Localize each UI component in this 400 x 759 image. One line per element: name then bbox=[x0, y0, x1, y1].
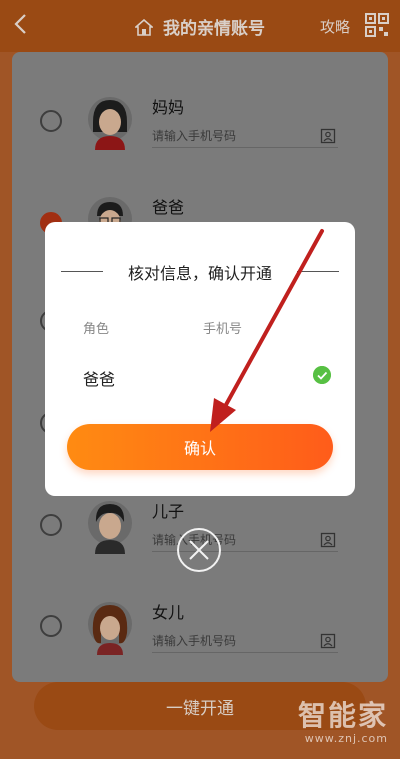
column-header-role: 角色 bbox=[83, 322, 110, 337]
column-header-phone: 手机号 bbox=[203, 322, 243, 337]
dialog-title: 核对信息，确认开通 bbox=[127, 264, 272, 283]
confirm-row-role: 爸爸 bbox=[83, 370, 116, 389]
watermark-url: www.znj.com bbox=[304, 732, 388, 745]
dialog-title-row: 核对信息，确认开通 bbox=[61, 260, 339, 283]
confirm-dialog: 核对信息，确认开通 角色 手机号 爸爸 确认 bbox=[45, 222, 355, 496]
close-dialog-icon[interactable] bbox=[176, 527, 222, 573]
watermark-logo: 智能家 bbox=[297, 699, 388, 732]
title-divider-right bbox=[297, 271, 339, 272]
check-icon bbox=[313, 366, 331, 384]
site-watermark: 智能家 www.znj.com bbox=[298, 694, 388, 745]
confirm-button[interactable]: 确认 bbox=[67, 424, 333, 470]
